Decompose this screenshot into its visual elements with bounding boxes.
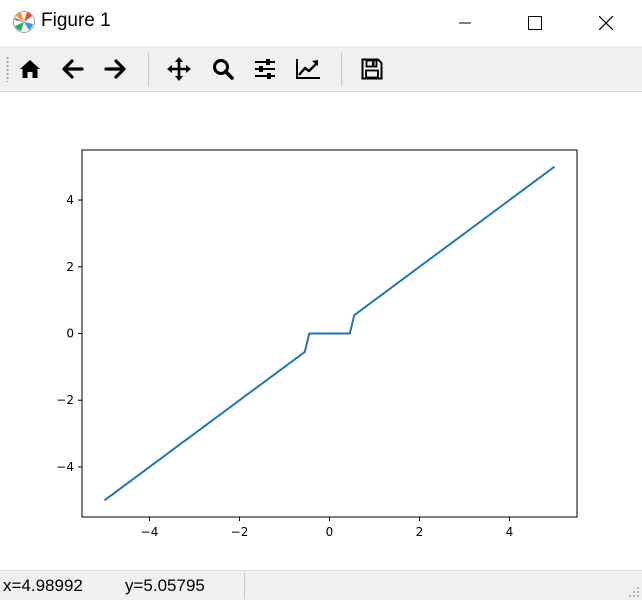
- forward-button[interactable]: [99, 53, 131, 85]
- close-button[interactable]: [571, 0, 641, 46]
- trend-chart-icon: [296, 59, 320, 79]
- toolbar-separator: [148, 52, 149, 86]
- back-button[interactable]: [57, 53, 89, 85]
- pan-button[interactable]: [163, 53, 195, 85]
- zoom-button[interactable]: [207, 53, 239, 85]
- y-tick-label: −2: [56, 393, 74, 407]
- sliders-icon: [255, 59, 275, 79]
- toolbar-grip[interactable]: [6, 56, 9, 82]
- y-tick-label: 4: [66, 193, 74, 207]
- line-plot[interactable]: −4 −2 0 2 4 −4 −2 0 2 4: [0, 93, 642, 570]
- toolbar-separator: [341, 52, 342, 86]
- x-tick-label: 2: [416, 525, 424, 539]
- zoom-icon: [213, 59, 234, 80]
- x-tick-label: 0: [326, 525, 334, 539]
- status-divider: [244, 573, 245, 599]
- window-title: Figure 1: [41, 10, 111, 31]
- home-icon: [20, 60, 40, 78]
- arrow-right-icon: [104, 59, 126, 79]
- cursor-x-readout: x=4.98992: [3, 576, 83, 595]
- save-button[interactable]: [356, 53, 388, 85]
- floppy-disk-icon: [361, 58, 383, 80]
- status-bar: x=4.98992 y=5.05795: [0, 570, 642, 600]
- y-tick-label: 0: [66, 327, 74, 341]
- title-bar: Figure 1: [0, 0, 642, 46]
- move-icon: [167, 57, 191, 81]
- x-tick-label: 4: [506, 525, 514, 539]
- resize-grip-icon[interactable]: [628, 586, 640, 598]
- data-line-series-0: [103, 165, 556, 502]
- subplots-button[interactable]: [249, 53, 281, 85]
- y-tick-label: 2: [66, 260, 74, 274]
- x-tick-label: −4: [141, 525, 159, 539]
- maximize-icon: [528, 16, 542, 30]
- close-icon: [599, 16, 613, 30]
- minimize-icon: [459, 22, 471, 24]
- cursor-y-readout: y=5.05795: [125, 576, 205, 595]
- navigation-toolbar: [0, 46, 642, 92]
- figure-canvas[interactable]: −4 −2 0 2 4 −4 −2 0 2 4: [0, 93, 642, 570]
- maximize-button[interactable]: [500, 0, 570, 46]
- minimize-button[interactable]: [430, 0, 500, 46]
- edit-axes-button[interactable]: [292, 53, 324, 85]
- y-tick-label: −4: [56, 460, 74, 474]
- arrow-left-icon: [62, 59, 84, 79]
- x-tick-label: −2: [231, 525, 249, 539]
- home-button[interactable]: [14, 53, 46, 85]
- matplotlib-logo-icon: [13, 11, 35, 33]
